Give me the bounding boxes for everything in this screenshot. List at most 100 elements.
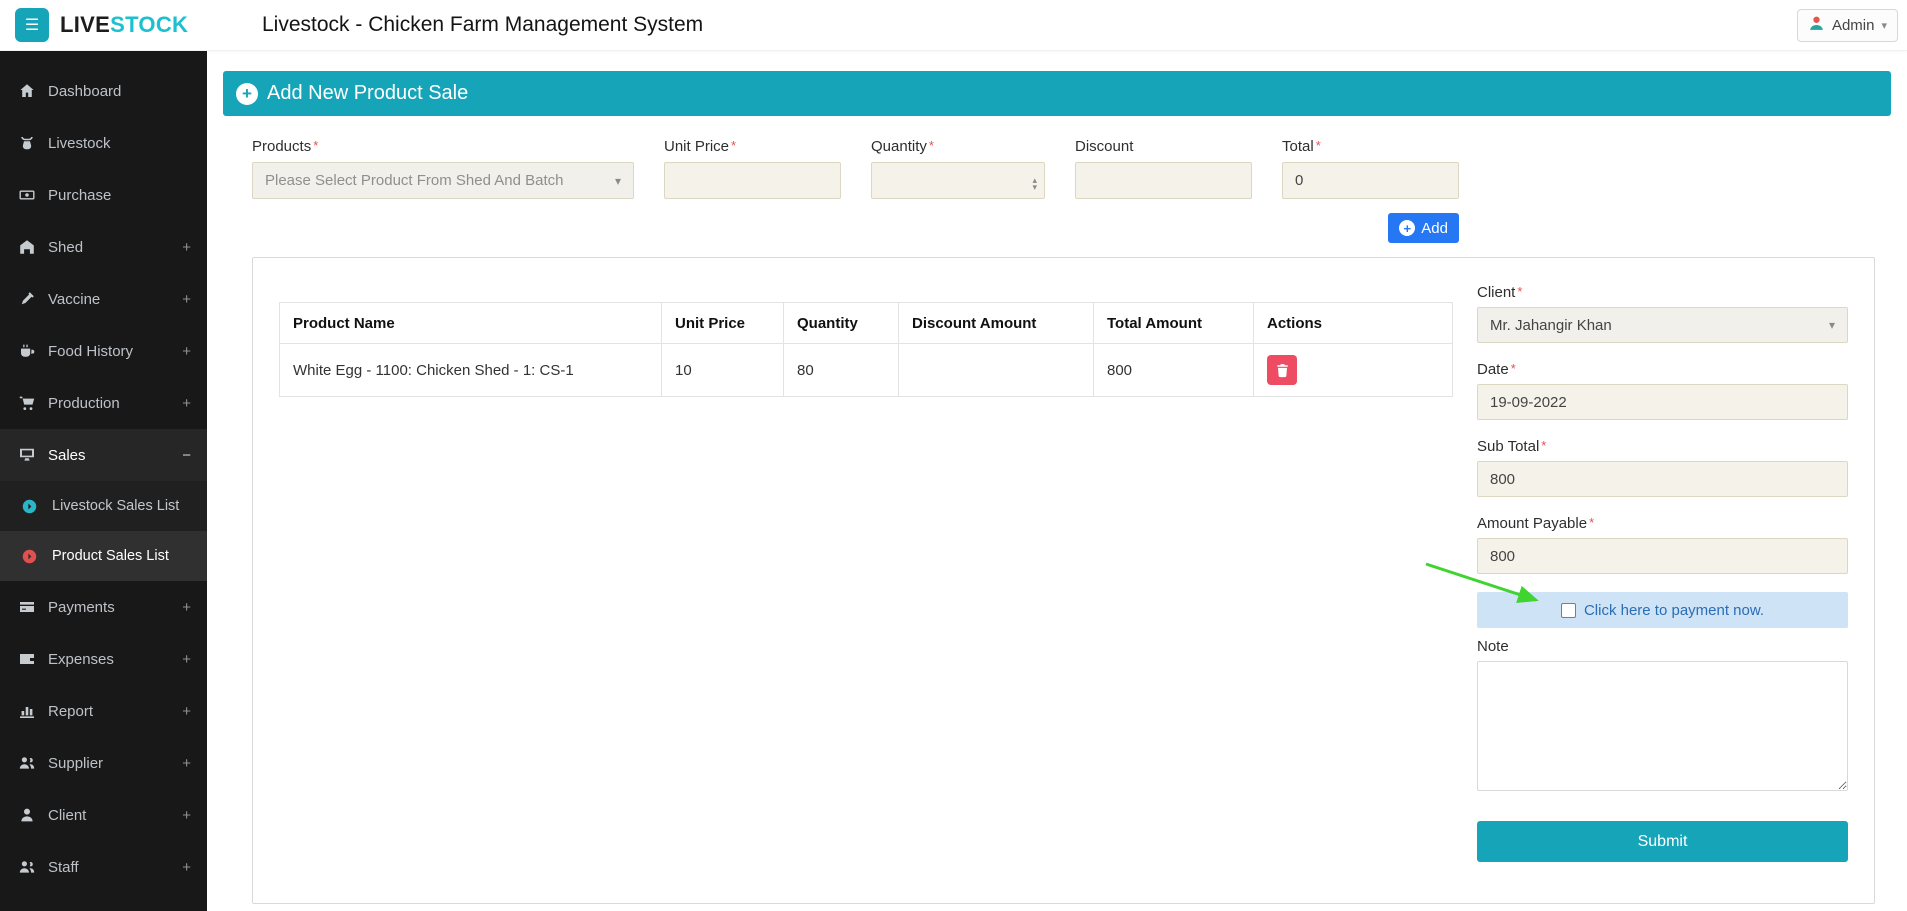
products-select-value: Please Select Product From Shed And Batc…	[265, 172, 564, 189]
payment-toggle[interactable]: Click here to payment now.	[1477, 592, 1848, 628]
payment-label: Click here to payment now.	[1583, 601, 1765, 619]
sidebar-item-purchase[interactable]: Purchase	[0, 169, 207, 221]
add-button[interactable]: + Add	[1388, 213, 1459, 243]
date-input[interactable]	[1477, 384, 1848, 420]
sidebar-item-label: Vaccine	[48, 290, 101, 308]
sidebar-item-payments[interactable]: Payments +	[0, 581, 207, 633]
product-entry-form: Products * Please Select Product From She…	[223, 138, 1891, 199]
sidebar-item-label: Livestock	[48, 134, 111, 152]
sidebar-item-staff[interactable]: Staff +	[0, 841, 207, 893]
monitor-icon	[16, 447, 38, 463]
discount-input[interactable]	[1075, 162, 1252, 199]
bar-chart-icon	[16, 703, 38, 719]
admin-label: Admin	[1831, 16, 1875, 34]
sidebar-subitem-product-sales-list[interactable]: Product Sales List	[0, 531, 207, 581]
required-mark: *	[313, 138, 319, 153]
person-icon	[16, 807, 38, 823]
logo: LIVESTOCK	[60, 12, 188, 38]
sidebar-item-vaccine[interactable]: Vaccine +	[0, 273, 207, 325]
client-label: Client *	[1477, 284, 1848, 301]
sidebar-item-label: Staff	[48, 858, 79, 876]
client-label-text: Client	[1477, 284, 1516, 301]
products-select[interactable]: Please Select Product From Shed And Batc…	[252, 162, 634, 199]
discount-label: Discount	[1075, 138, 1252, 155]
sidebar-item-label: Sales	[48, 446, 86, 464]
expand-icon: +	[182, 394, 191, 412]
sidebar-item-livestock[interactable]: Livestock	[0, 117, 207, 169]
table-row: White Egg - 1100: Chicken Shed - 1: CS-1…	[279, 343, 1453, 397]
delete-button[interactable]	[1267, 355, 1297, 385]
sidebar-item-label: Supplier	[48, 754, 104, 772]
products-table: Product Name Unit Price Quantity Discoun…	[279, 302, 1453, 397]
amount-payable-label: Amount Payable *	[1477, 515, 1848, 532]
amount-payable-input[interactable]	[1477, 538, 1848, 574]
sidebar-item-label: Purchase	[48, 186, 112, 204]
sidebar-item-production[interactable]: Production +	[0, 377, 207, 429]
total-input[interactable]	[1282, 162, 1459, 199]
cart-icon	[16, 395, 38, 411]
quantity-label: Quantity *	[871, 138, 1045, 155]
sale-panel: Product Name Unit Price Quantity Discoun…	[252, 257, 1875, 904]
expand-icon: +	[182, 342, 191, 360]
client-select[interactable]: Mr. Jahangir Khan ▾	[1477, 307, 1848, 343]
products-label-text: Products	[252, 138, 312, 155]
table-wrap: Product Name Unit Price Quantity Discoun…	[279, 302, 1456, 877]
hamburger-menu-button[interactable]: ☰	[15, 8, 49, 42]
expand-icon: +	[182, 238, 191, 256]
home-icon	[16, 83, 38, 99]
sub-total-label: Sub Total *	[1477, 438, 1848, 455]
products-label: Products *	[252, 138, 634, 155]
main-content: + Add New Product Sale Products * Please …	[207, 51, 1907, 911]
subitem-label: Livestock Sales List	[52, 498, 180, 514]
note-textarea[interactable]	[1477, 661, 1848, 791]
expand-icon: +	[182, 702, 191, 720]
unit-price-label-text: Unit Price	[664, 138, 730, 155]
sidebar-item-food-history[interactable]: Food History +	[0, 325, 207, 377]
admin-menu[interactable]: Admin ▾	[1796, 8, 1898, 42]
expand-icon: +	[182, 858, 191, 876]
cell-total-amount: 800	[1093, 343, 1254, 397]
spinner-down-icon[interactable]: ▾	[1032, 183, 1037, 192]
brand: ☰ LIVESTOCK	[0, 8, 207, 42]
unit-price-input[interactable]	[664, 162, 841, 199]
required-mark: *	[928, 138, 934, 153]
sidebar-item-dashboard[interactable]: Dashboard	[0, 65, 207, 117]
subitem-label: Product Sales List	[52, 548, 169, 564]
sub-total-input[interactable]	[1477, 461, 1848, 497]
sidebar-item-expenses[interactable]: Expenses +	[0, 633, 207, 685]
add-row: + Add	[223, 213, 1459, 243]
sales-submenu: Livestock Sales List Product Sales List	[0, 481, 207, 581]
sidebar-item-report[interactable]: Report +	[0, 685, 207, 737]
add-button-label: Add	[1421, 219, 1448, 237]
sidebar-item-label: Dashboard	[48, 82, 122, 100]
chevron-down-icon: ▾	[614, 173, 621, 188]
plus-circle-icon: +	[236, 82, 258, 105]
payment-checkbox[interactable]	[1560, 602, 1576, 618]
column-header-actions: Actions	[1253, 302, 1453, 344]
column-header-unit-price: Unit Price	[661, 302, 784, 344]
user-icon	[1808, 15, 1825, 36]
total-label-text: Total	[1282, 138, 1314, 155]
sidebar: Dashboard Livestock Purchase Shed + Vacc…	[0, 51, 207, 911]
chevron-down-icon: ▾	[1881, 19, 1887, 32]
date-label-text: Date	[1477, 361, 1509, 378]
quantity-input[interactable]	[871, 162, 1045, 199]
required-mark: *	[1510, 361, 1516, 376]
cell-quantity: 80	[783, 343, 899, 397]
client-select-value: Mr. Jahangir Khan	[1490, 316, 1612, 334]
hamburger-icon: ☰	[24, 17, 40, 34]
submit-button[interactable]: Submit	[1477, 821, 1848, 862]
quantity-spinner[interactable]: ▴ ▾	[1032, 176, 1037, 192]
note-label: Note	[1477, 638, 1848, 655]
sidebar-item-supplier[interactable]: Supplier +	[0, 737, 207, 789]
required-mark: *	[731, 138, 737, 153]
required-mark: *	[1541, 438, 1547, 453]
money-icon	[16, 187, 38, 203]
sidebar-item-client[interactable]: Client +	[0, 789, 207, 841]
sidebar-item-shed[interactable]: Shed +	[0, 221, 207, 273]
amount-payable-label-text: Amount Payable	[1477, 515, 1588, 532]
column-header-total-amount: Total Amount	[1093, 302, 1254, 344]
plus-circle-icon: +	[1399, 220, 1416, 236]
sidebar-item-sales[interactable]: Sales −	[0, 429, 207, 481]
sidebar-subitem-livestock-sales-list[interactable]: Livestock Sales List	[0, 481, 207, 531]
